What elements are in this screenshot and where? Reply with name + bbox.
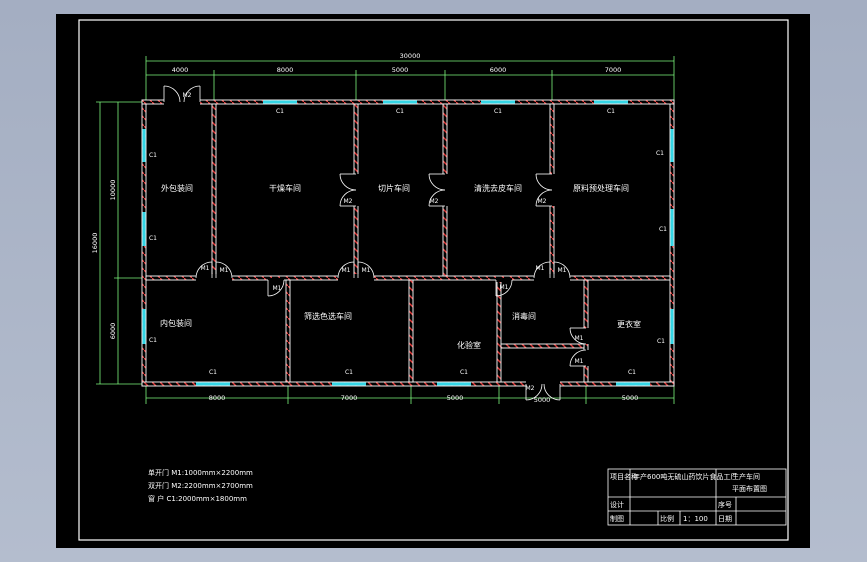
- bottom-dim-1: 8000: [209, 394, 226, 402]
- room-washing-peeling: 清洗去皮车间: [474, 183, 522, 193]
- door-tag: M1: [362, 267, 371, 274]
- tb-drawing-title-1: 生产车间: [732, 472, 760, 481]
- tb-design-label: 设计: [610, 500, 624, 509]
- window-tag: C1: [345, 369, 353, 376]
- door-tag: M1: [273, 285, 282, 292]
- door-tag: M1: [342, 267, 351, 274]
- door-tag: M1: [536, 265, 545, 272]
- room-disinfection: 消毒间: [512, 311, 536, 321]
- room-screening-sorting: 筛选色选车间: [304, 311, 352, 321]
- tb-drawing-title-2: 平面布置图: [732, 484, 767, 493]
- tb-draw-label: 制图: [610, 514, 624, 523]
- bottom-dim-3: 5000: [447, 394, 464, 402]
- windows: [142, 100, 674, 386]
- door-tag: M1: [575, 358, 584, 365]
- left-dim-lower: 6000: [109, 323, 117, 340]
- room-labels: 外包装间 干燥车间 切片车间 清洗去皮车间 原料预处理车间 内包装间 筛选色选车…: [160, 183, 641, 350]
- window-tag: C1: [494, 108, 502, 115]
- bottom-dim-2: 7000: [341, 394, 358, 402]
- floor-plan-canvas[interactable]: 30000 4000 8000 5000 6000 7000 8000 7000…: [56, 14, 810, 548]
- cad-viewport[interactable]: 30000 4000 8000 5000 6000 7000 8000 7000…: [0, 0, 867, 562]
- door-tag: M1: [558, 267, 567, 274]
- left-dim-upper: 10000: [109, 180, 117, 201]
- window-tag: C1: [659, 226, 667, 233]
- top-dim-4: 6000: [490, 66, 507, 74]
- room-raw-pretreatment: 原料预处理车间: [573, 183, 629, 193]
- doors: [163, 85, 590, 401]
- door-tag: M2: [526, 385, 535, 392]
- door-tag: M1: [220, 267, 229, 274]
- top-dim-5: 7000: [605, 66, 622, 74]
- legend-single-door: 单开门 M1:1000mm×2200mm: [148, 468, 253, 477]
- walls: [141, 99, 675, 387]
- top-dim-1: 4000: [172, 66, 189, 74]
- room-inner-packing: 内包装间: [160, 318, 192, 328]
- room-drying: 干燥车间: [269, 183, 301, 193]
- title-block: 项目名称 年产600吨无硫山药饮片食品工厂 生产车间 平面布置图 设计 序号 制…: [610, 472, 767, 523]
- drawing-sheet[interactable]: 30000 4000 8000 5000 6000 7000 8000 7000…: [56, 14, 810, 548]
- bottom-dim-4: 5000: [534, 396, 551, 404]
- window-tag: C1: [276, 108, 284, 115]
- tb-scale-label: 比例: [660, 514, 674, 523]
- room-lab: 化验室: [457, 340, 481, 350]
- door-tag: M2: [538, 198, 547, 205]
- window-tag: C1: [656, 150, 664, 157]
- door-tag: M1: [575, 335, 584, 342]
- window-tag: C1: [149, 235, 157, 242]
- window-tag: C1: [628, 369, 636, 376]
- bottom-dim-5: 5000: [622, 394, 639, 402]
- room-changing: 更衣室: [617, 319, 641, 329]
- left-dim-total: 16000: [91, 233, 99, 254]
- window-tag: C1: [209, 369, 217, 376]
- window-tag: C1: [396, 108, 404, 115]
- room-outer-packing: 外包装间: [161, 183, 193, 193]
- window-tag: C1: [460, 369, 468, 376]
- door-tag: M2: [183, 92, 192, 99]
- top-dim-3: 5000: [392, 66, 409, 74]
- window-tag: C1: [149, 152, 157, 159]
- window-tag: C1: [657, 338, 665, 345]
- overall-dimension: 30000: [400, 52, 421, 60]
- tb-project-name: 年产600吨无硫山药饮片食品工厂: [633, 472, 737, 481]
- legend-double-door: 双开门 M2:2200mm×2700mm: [148, 481, 253, 490]
- door-tag: M2: [430, 198, 439, 205]
- door-tag: M1: [500, 284, 509, 291]
- top-dim-2: 8000: [277, 66, 294, 74]
- legend: 单开门 M1:1000mm×2200mm 双开门 M2:2200mm×2700m…: [148, 468, 253, 503]
- tb-date-label: 日期: [718, 515, 732, 523]
- legend-window: 窗 户 C1:2000mm×1800mm: [148, 494, 247, 503]
- room-slicing: 切片车间: [378, 183, 410, 193]
- door-tag: M2: [344, 198, 353, 205]
- window-tag: C1: [607, 108, 615, 115]
- door-tag: M1: [201, 265, 210, 272]
- window-tag: C1: [149, 337, 157, 344]
- tb-scale-value: 1：100: [683, 515, 708, 523]
- tb-number-label: 序号: [718, 500, 732, 509]
